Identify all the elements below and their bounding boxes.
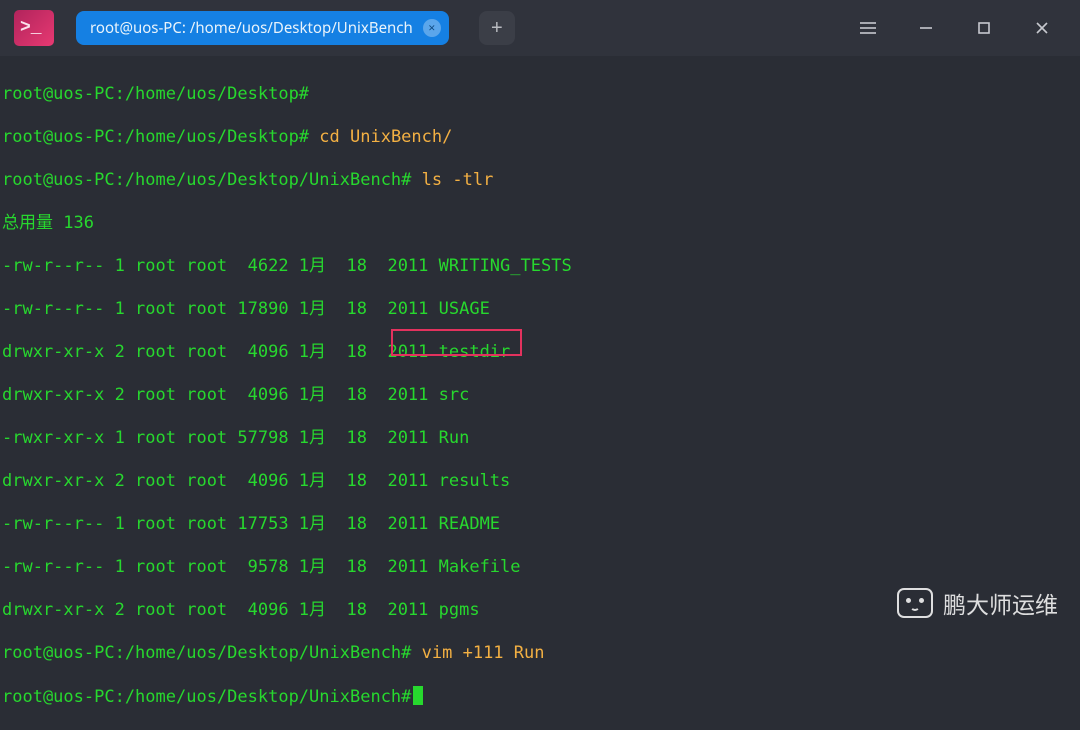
command-vim: vim +111 Run <box>422 643 545 663</box>
new-tab-button[interactable]: + <box>479 11 515 45</box>
window-close-button[interactable] <box>1028 14 1056 42</box>
list-item: drwxr-xr-x 2 root root 4096 1月 18 2011 t… <box>2 342 1080 364</box>
cursor <box>413 686 423 705</box>
wechat-icon <box>897 588 933 618</box>
minimize-icon <box>917 19 935 37</box>
prompt: root@uos-PC:/home/uos/Desktop# <box>2 127 309 147</box>
close-icon <box>1034 20 1050 36</box>
prompt: root@uos-PC:/home/uos/Desktop/UnixBench# <box>2 170 411 190</box>
list-item: -rwxr-xr-x 1 root root 57798 1月 18 2011 … <box>2 428 1080 450</box>
close-icon: × <box>428 22 435 34</box>
list-item: -rw-r--r-- 1 root root 17753 1月 18 2011 … <box>2 514 1080 536</box>
tab-close-button[interactable]: × <box>423 19 441 37</box>
list-item: -rw-r--r-- 1 root root 4622 1月 18 2011 W… <box>2 256 1080 278</box>
list-item: -rw-r--r-- 1 root root 9578 1月 18 2011 M… <box>2 557 1080 579</box>
maximize-button[interactable] <box>970 14 998 42</box>
window-controls <box>854 14 1070 42</box>
prompt: root@uos-PC:/home/uos/Desktop/UnixBench# <box>2 643 411 663</box>
prompt: root@uos-PC:/home/uos/Desktop/UnixBench# <box>2 687 411 707</box>
app-terminal-glyph: >_ <box>20 18 42 38</box>
maximize-icon <box>976 20 992 36</box>
list-item: drwxr-xr-x 2 root root 4096 1月 18 2011 s… <box>2 385 1080 407</box>
hamburger-menu-button[interactable] <box>854 14 882 42</box>
watermark: 鹏大师运维 <box>897 586 1058 620</box>
titlebar: >_ root@uos-PC: /home/uos/Desktop/UnixBe… <box>0 0 1080 56</box>
watermark-text: 鹏大师运维 <box>943 586 1058 620</box>
tab-title: root@uos-PC: /home/uos/Desktop/UnixBench <box>90 18 413 38</box>
command-ls: ls -tlr <box>422 170 494 190</box>
hamburger-icon <box>858 20 878 36</box>
prompt: root@uos-PC:/home/uos/Desktop# <box>2 84 309 104</box>
plus-icon: + <box>491 17 503 40</box>
terminal-output[interactable]: root@uos-PC:/home/uos/Desktop# root@uos-… <box>0 56 1080 730</box>
command-cd: cd UnixBench/ <box>319 127 452 147</box>
minimize-button[interactable] <box>912 14 940 42</box>
tab-active[interactable]: root@uos-PC: /home/uos/Desktop/UnixBench… <box>76 11 449 45</box>
total-line: 总用量 136 <box>2 213 1080 235</box>
list-item: drwxr-xr-x 2 root root 4096 1月 18 2011 r… <box>2 471 1080 493</box>
app-terminal-icon: >_ <box>14 10 54 46</box>
list-item: -rw-r--r-- 1 root root 17890 1月 18 2011 … <box>2 299 1080 321</box>
